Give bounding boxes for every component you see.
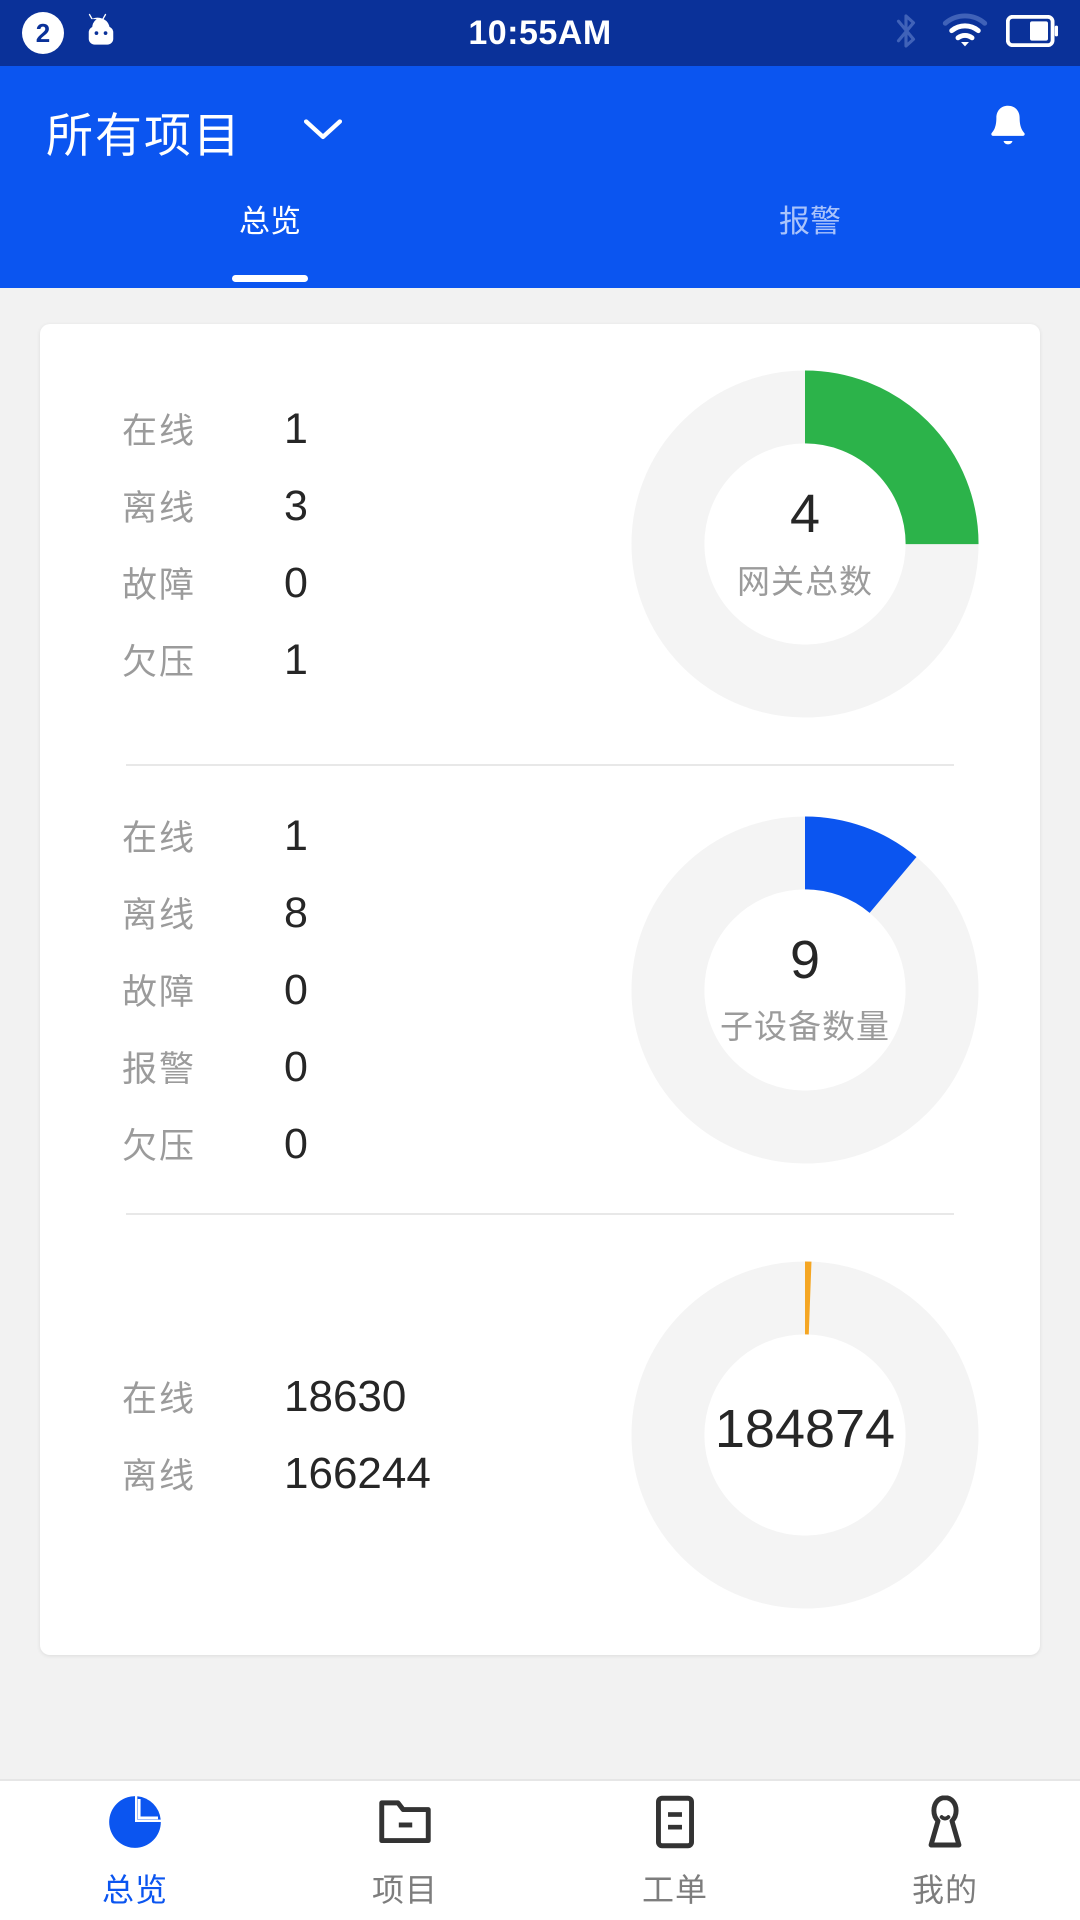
nav-item-overview[interactable]: 总览 [0,1781,270,1920]
gateway-stats-list: 在线 1 离线 3 故障 0 欠压 1 [40,403,440,685]
tab-alarm[interactable]: 报警 [540,196,1080,288]
status-bar: 2 10:55AM [0,0,1080,66]
notification-count-badge: 2 [22,12,64,54]
stat-value: 0 [284,1120,308,1168]
stat-row: 在线 1 [122,810,440,861]
stat-row: 离线 8 [122,887,440,938]
stat-value: 1 [284,636,308,684]
status-bar-right [888,10,1058,57]
battery-icon [1005,14,1058,52]
stat-label: 欠压 [122,1127,197,1166]
meter-donut-chart: 184874 [630,1260,980,1610]
stat-row: 在线 1 [122,403,440,454]
nav-item-projects[interactable]: 项目 [270,1781,540,1920]
subdevice-total-caption: 子设备数量 [720,1008,890,1046]
stat-value: 1 [284,405,308,453]
stat-value: 3 [284,482,308,530]
stat-value: 0 [284,559,308,607]
stat-row: 欠压 0 [122,1118,440,1169]
nav-item-workorders-label: 工单 [641,1871,708,1908]
stat-label: 故障 [122,973,197,1012]
bluetooth-icon [888,10,924,57]
subdevice-stats-list: 在线 1 离线 8 故障 0 报警 0 欠压 0 [40,810,440,1169]
overview-card: 在线 1 离线 3 故障 0 欠压 1 4 网关总数 在线 1 离线 8 故障 … [40,324,1040,1655]
wifi-icon [942,12,988,54]
pie-chart-icon [104,1791,166,1853]
meter-total-value: 184874 [714,1399,896,1460]
stat-row: 离线 166244 [122,1448,440,1499]
stat-value: 1 [284,812,308,860]
project-selector-label[interactable]: 所有项目 [46,97,242,166]
stat-label: 离线 [122,1457,197,1496]
stat-value: 166244 [284,1449,431,1498]
stat-label: 在线 [122,819,197,858]
stat-row: 在线 18630 [122,1371,440,1422]
tab-overview[interactable]: 总览 [0,196,540,288]
subdevice-donut-chart: 9 子设备数量 [630,815,980,1165]
chevron-down-icon[interactable] [300,114,346,149]
nav-item-profile[interactable]: 我的 [810,1781,1080,1920]
nav-item-projects-label: 项目 [371,1871,438,1908]
gateway-total-caption: 网关总数 [737,562,873,600]
meter-donut-center: 184874 [630,1260,980,1610]
overview-scroll-area[interactable]: 在线 1 离线 3 故障 0 欠压 1 4 网关总数 在线 1 离线 8 故障 … [0,288,1080,1779]
header-top-row: 所有项目 [0,66,1080,196]
stat-label: 欠压 [122,643,197,682]
status-bar-left: 2 [22,10,122,57]
stat-value: 18630 [284,1372,407,1421]
folder-icon [374,1791,436,1853]
clipboard-icon [644,1791,706,1853]
stat-label: 离线 [122,896,197,935]
stat-label: 报警 [122,1050,197,1089]
meter-stats-block: 在线 18630 离线 166244 184874 [40,1215,1040,1655]
stat-label: 故障 [122,566,197,605]
app-header: 所有项目 总览 报警 [0,66,1080,288]
nav-item-overview-label: 总览 [101,1871,168,1908]
stat-row: 离线 3 [122,480,440,531]
stat-row: 故障 0 [122,964,440,1015]
stat-label: 离线 [122,489,197,528]
gateway-donut-chart: 4 网关总数 [630,369,980,719]
nav-item-workorders[interactable]: 工单 [540,1781,810,1920]
stat-row: 欠压 1 [122,634,440,685]
stat-row: 报警 0 [122,1041,440,1092]
stat-value: 0 [284,1043,308,1091]
stat-row: 故障 0 [122,557,440,608]
tab-overview-label: 总览 [239,204,301,239]
stat-label: 在线 [122,1380,197,1419]
tab-active-underline [232,275,308,282]
stat-value: 0 [284,966,308,1014]
gateway-donut-center: 4 网关总数 [630,369,980,719]
bottom-navigation: 总览 项目 工单 我的 [0,1779,1080,1920]
gateway-total-value: 4 [789,484,821,545]
stat-value: 8 [284,889,308,937]
person-icon [914,1791,976,1853]
android-icon [80,10,122,57]
nav-item-profile-label: 我的 [911,1871,978,1908]
bell-icon[interactable] [982,101,1034,162]
subdevice-donut-center: 9 子设备数量 [630,815,980,1165]
stat-label: 在线 [122,412,197,451]
subdevice-total-value: 9 [789,929,821,990]
tab-alarm-label: 报警 [779,204,841,239]
meter-stats-list: 在线 18630 离线 166244 [40,1371,440,1499]
header-tabs: 总览 报警 [0,196,1080,288]
gateway-stats-block: 在线 1 离线 3 故障 0 欠压 1 4 网关总数 [40,324,1040,764]
subdevice-stats-block: 在线 1 离线 8 故障 0 报警 0 欠压 0 9 子设备数量 [40,766,1040,1213]
